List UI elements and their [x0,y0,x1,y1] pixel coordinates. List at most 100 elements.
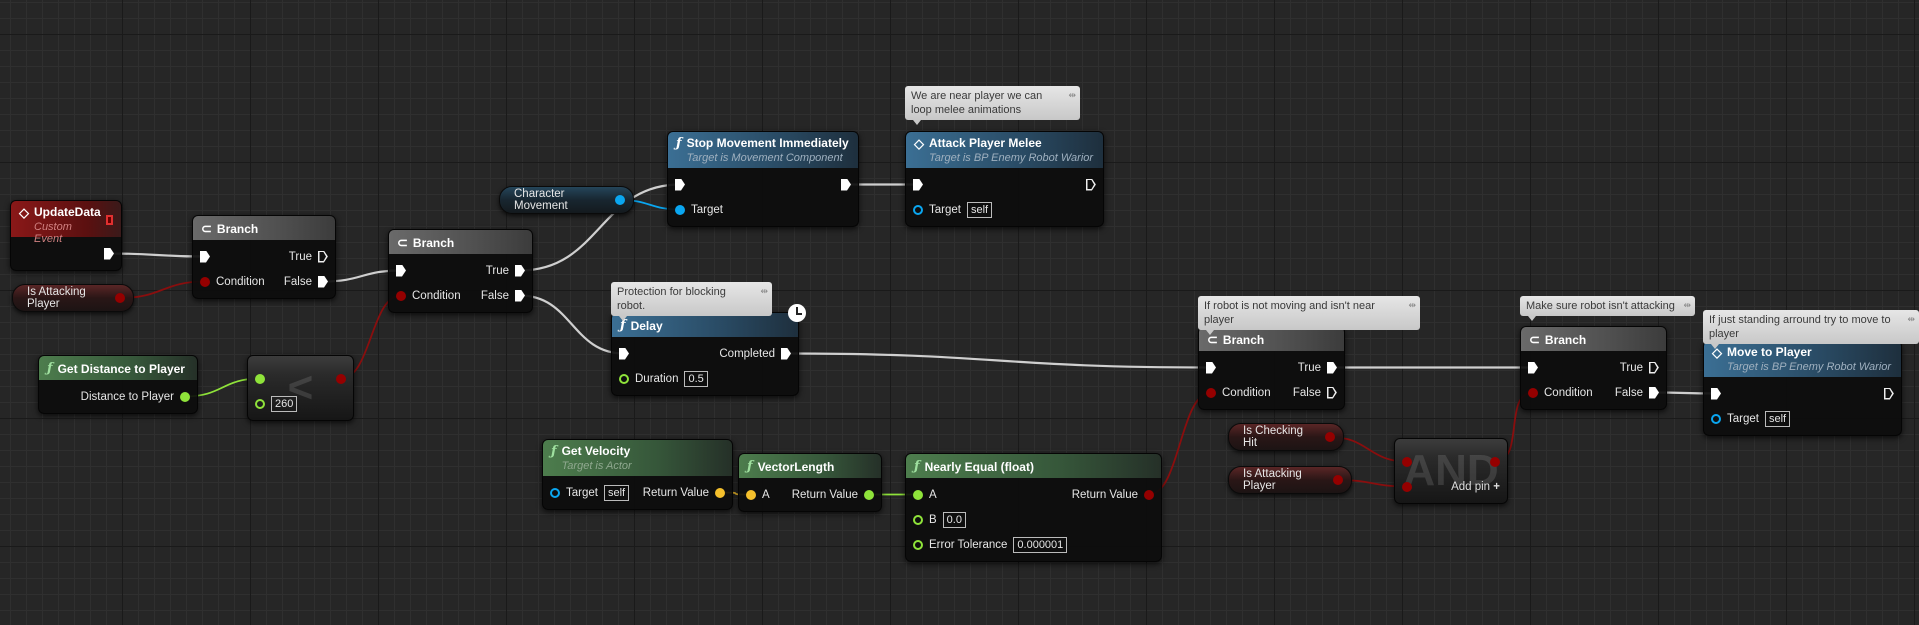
output-side: Completed [719,347,798,360]
bool-pin-icon[interactable] [1528,387,1538,398]
default-value-input[interactable]: self [603,484,630,501]
comment-bubble[interactable]: Protection for blocking robot. ⇹ [611,282,772,321]
exec-pin-icon[interactable] [841,178,851,191]
bool-pin-icon[interactable] [1206,387,1216,398]
bool-pin-icon[interactable] [396,290,406,301]
exec-pin-icon[interactable] [318,251,328,263]
node-nearly-equal-float[interactable]: ƒ Nearly Equal (float) A Return Value B 0.0 Er… [905,453,1162,562]
pin-label-true: True [288,250,312,263]
variable-is-checking-hit[interactable]: Is Checking Hit [1228,423,1344,451]
add-pin-button[interactable]: Add pin + [1451,481,1500,493]
vector-pin-icon[interactable] [715,487,725,498]
node-branch[interactable]: ⊂ Branch True Condition False [388,229,533,313]
comment-bubble[interactable]: Make sure robot isn't attacking ⇹ [1520,296,1695,321]
node-branch[interactable]: ⊂ Branch True Condition False [1198,326,1345,410]
node-title-block: VectorLength [758,460,835,474]
comment-bubble[interactable]: We are near player we can loop melee ani… [905,86,1080,125]
float-pin-icon[interactable] [864,489,874,500]
exec-pin-icon[interactable] [913,178,923,191]
default-value-input[interactable]: 0.5 [684,370,708,387]
bool-pin-icon[interactable] [1402,456,1412,467]
exec-pin-icon[interactable] [619,347,629,360]
node-delay[interactable]: ƒ Delay Completed Duration 0.5 [611,304,806,396]
exec-pin-icon[interactable] [396,264,406,277]
comment-pin-icon[interactable]: ⇹ [1907,312,1915,326]
exec-pin-icon[interactable] [318,275,328,288]
float-pin-icon[interactable] [255,398,265,409]
node-move-to-player[interactable]: ◇ Move to Player Target is BP Enemy Robot … [1703,340,1902,436]
exec-pin-icon[interactable] [1206,361,1216,374]
bool-pin-icon[interactable] [1144,489,1154,500]
float-pin-icon[interactable] [913,539,923,550]
input-side [1199,361,1216,374]
node-get-distance-to-player[interactable]: ƒ Get Distance to Player Distance to Playe… [38,355,198,414]
exec-pin-icon[interactable] [1884,388,1894,400]
default-value-input[interactable]: self [966,201,993,218]
input-side: Condition [193,276,265,288]
bool-pin-icon[interactable] [1333,475,1343,485]
node-updatedata[interactable]: ◇ UpdateData Custom Event [10,200,122,271]
node-attack-player-melee[interactable]: ◇ Attack Player Melee Target is BP Enemy R… [905,131,1104,227]
float-pin-icon[interactable] [913,514,923,525]
node-vectorlength[interactable]: ƒ VectorLength A Return Value [738,453,882,512]
float-pin-icon[interactable] [255,373,265,384]
bool-pin-icon[interactable] [1402,481,1412,492]
node-get-velocity[interactable]: ƒ Get Velocity Target is Actor Target self Re… [542,439,733,510]
float-pin-icon[interactable] [619,373,629,384]
object-pin-icon[interactable] [1711,413,1721,424]
bool-pin-icon[interactable] [1325,432,1335,442]
variable-is-attacking-player[interactable]: Is Attacking Player [12,284,134,312]
exec-pin-icon[interactable] [1711,387,1721,400]
function-icon: ƒ [47,361,53,376]
bool-pin-icon[interactable] [200,276,210,287]
exec-pin-icon[interactable] [200,250,210,263]
node-branch[interactable]: ⊂ Branch True Condition False [192,215,336,299]
exec-pin-icon[interactable] [1327,387,1337,399]
bool-pin-icon[interactable] [1490,456,1500,467]
exec-pin-icon[interactable] [781,347,791,360]
comment-bubble[interactable]: If just standing arround try to move to … [1703,310,1919,349]
exec-pin-icon[interactable] [675,178,685,191]
exec-pin-icon[interactable] [104,247,114,260]
object-pin-icon[interactable] [550,487,560,498]
default-value-input[interactable]: self [1764,410,1791,427]
node-branch[interactable]: ⊂ Branch True Condition False [1520,326,1667,410]
default-value-input[interactable]: 0.000001 [1013,536,1068,553]
exec-pin-icon[interactable] [1649,386,1659,399]
exec-pin-icon[interactable] [515,264,525,277]
bool-pin-icon[interactable] [115,293,125,303]
float-pin-icon[interactable] [913,489,923,500]
comment-pin-icon[interactable]: ⇹ [760,284,768,298]
pin-row: B 0.0 [906,507,1161,532]
default-value-input[interactable]: 260 [271,395,298,412]
exec-pin-icon[interactable] [1528,361,1538,374]
default-value-input[interactable]: 0.0 [942,511,966,528]
object-pin-icon[interactable] [913,204,923,215]
bool-pin-icon[interactable] [336,373,346,384]
vector-pin-icon[interactable] [746,489,756,500]
delegate-pin-icon[interactable] [105,214,113,225]
variable-is-attacking-player[interactable]: Is Attacking Player [1228,466,1352,494]
exec-wire[interactable] [108,252,206,258]
exec-wire[interactable] [785,352,1212,369]
blueprint-graph-canvas[interactable]: ◇ UpdateData Custom Event ⊂ Branch True Condit… [0,0,1919,625]
node-compare[interactable]: <260 [247,355,354,421]
exec-pin-icon[interactable] [1649,362,1659,374]
exec-pin-icon[interactable] [1327,361,1337,374]
object-pin-icon[interactable] [615,195,625,205]
float-pin-icon[interactable] [180,391,190,402]
pin-label-false: False [1614,386,1643,399]
exec-pin-icon[interactable] [1086,179,1096,191]
exec-wire[interactable] [519,294,625,355]
comment-bubble[interactable]: If robot is not moving and isn't near pl… [1198,296,1420,335]
variable-character-movement[interactable]: Character Movement [499,186,634,214]
input-side: A [906,489,937,501]
node-and[interactable]: AND Add pin + [1394,438,1508,504]
comment-pin-icon[interactable]: ⇹ [1408,298,1416,312]
object-pin-icon[interactable] [675,204,685,215]
comment-pin-icon[interactable]: ⇹ [1068,88,1076,102]
pin-row: A Return Value [739,482,881,507]
comment-pin-icon[interactable]: ⇹ [1683,298,1691,312]
node-stop-movement-immediately[interactable]: ƒ Stop Movement Immediately Target is Move… [667,131,859,227]
exec-pin-icon[interactable] [515,289,525,302]
